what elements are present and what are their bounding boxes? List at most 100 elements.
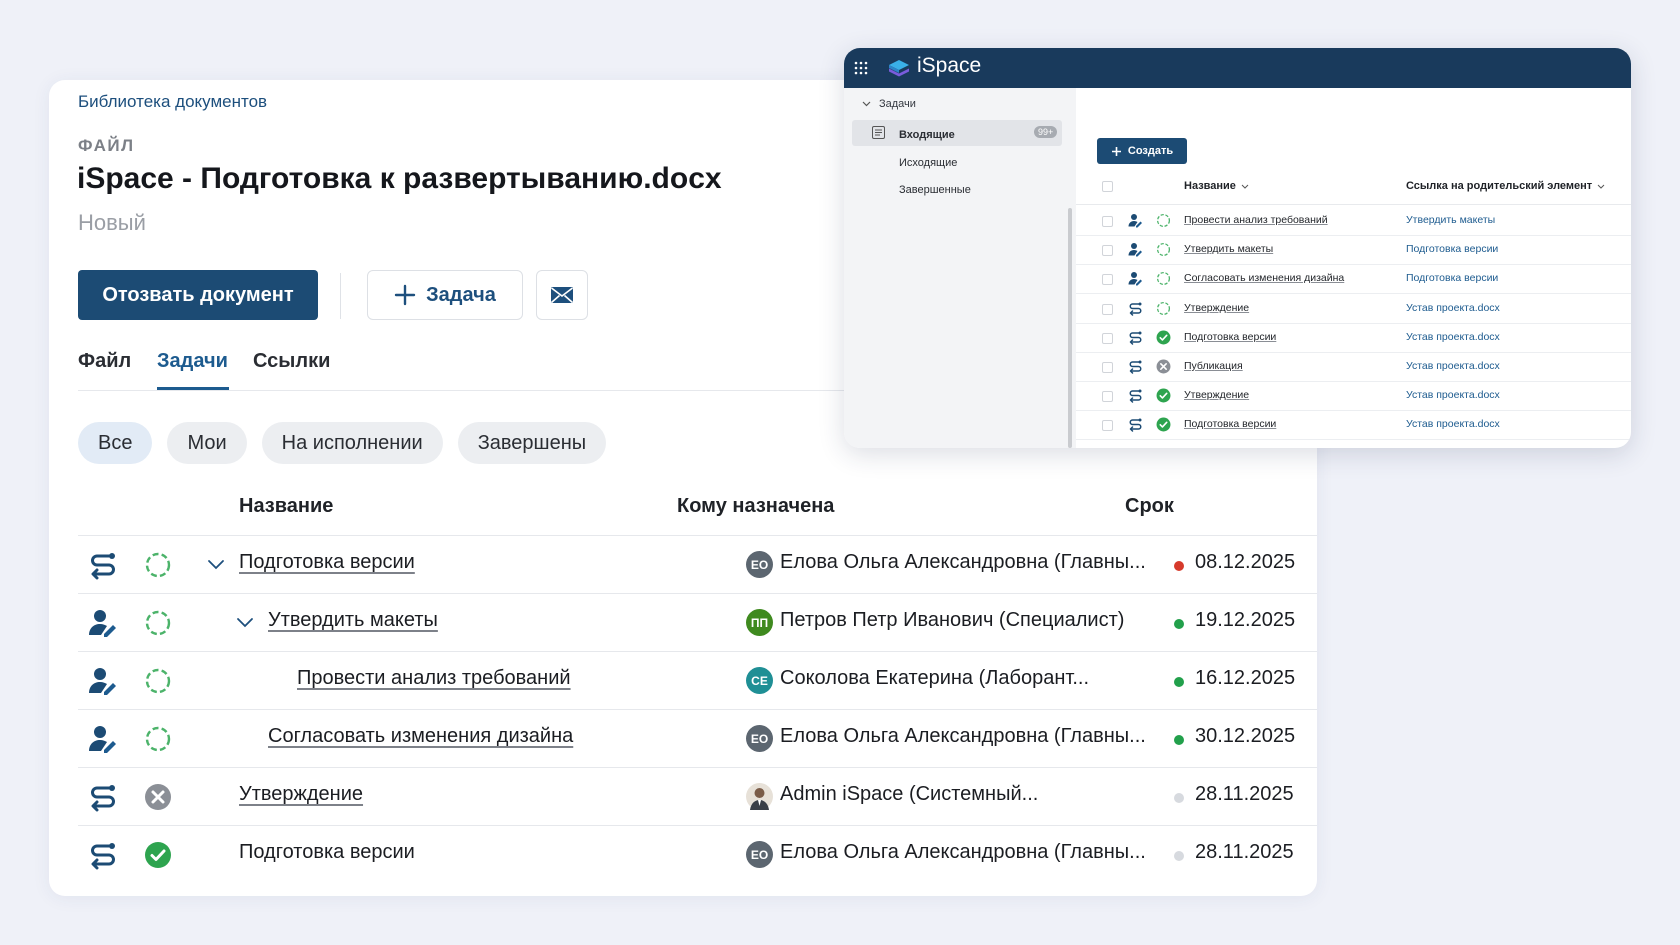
app-brand[interactable]: iSpace [917,54,981,78]
active-tab-indicator [157,387,229,390]
route-icon [91,785,115,812]
task-name-link[interactable]: Подготовка версии [1184,418,1276,430]
send-mail-button[interactable] [536,270,588,320]
app-launcher-icon[interactable] [854,61,868,75]
parent-link[interactable]: Подготовка версии [1406,243,1498,255]
row-checkbox[interactable] [1102,245,1113,257]
filter-mine[interactable]: Мои [167,422,247,464]
parent-link[interactable]: Устав проекта.docx [1406,418,1500,430]
sidebar-item-completed[interactable]: Завершенные [899,184,971,196]
window-table-row[interactable]: Провести анализ требований Утвердить мак… [1076,206,1631,236]
assignee-name[interactable]: Admin iSpace (Системный... [780,783,1038,806]
recall-document-button[interactable]: Отозвать документ [78,270,318,320]
window-table-row[interactable]: Подготовка версии Устав проекта.docx [1076,410,1631,441]
parent-link[interactable]: Устав проекта.docx [1406,331,1500,343]
chevron-down-icon[interactable] [207,556,225,574]
task-name-link[interactable]: Утверждение [1184,302,1249,314]
table-row[interactable]: Провести анализ требований СЕ Соколова Е… [78,652,1317,710]
filter-completed[interactable]: Завершены [457,422,607,464]
due-status-dot [1174,735,1184,745]
assignee-name[interactable]: Елова Ольга Александровна (Главны... [780,725,1146,748]
table-row[interactable]: Подготовка версии ЕО Елова Ольга Алексан… [78,826,1317,883]
task-name-link[interactable]: Утверждение [239,783,363,806]
sidebar-item-label: Входящие [899,129,955,141]
add-task-button[interactable]: Задача [367,270,523,320]
assignee-name[interactable]: Елова Ольга Александровна (Главны... [780,841,1146,864]
row-checkbox[interactable] [1102,362,1113,373]
task-type-cell [1128,271,1143,286]
table-row[interactable]: Подготовка версии ЕО Елова Ольга Алексан… [78,536,1317,594]
task-name-link[interactable]: Утвердить макеты [1184,243,1273,255]
pending-icon [1156,213,1171,228]
filter-in-progress[interactable]: На исполнении [261,422,443,464]
due-status-dot [1174,561,1184,571]
column-header-parent[interactable]: Ссылка на родительский элемент [1406,180,1605,192]
column-header-name[interactable]: Название [1184,180,1249,192]
task-status-cell [1156,417,1171,432]
row-checkbox[interactable] [1102,303,1113,315]
task-name-link[interactable]: Подготовка версии [239,841,415,864]
task-name-link[interactable]: Провести анализ требований [1184,214,1328,226]
assignee-name[interactable]: Соколова Екатерина (Лаборант... [780,667,1089,690]
tab-file[interactable]: Файл [78,350,131,373]
plus-icon [1111,146,1121,156]
sidebar-item-outgoing[interactable]: Исходящие [899,157,957,169]
breadcrumb[interactable]: Библиотека документов [78,92,267,112]
row-checkbox[interactable] [1102,391,1113,403]
window-table-row[interactable]: Утверждение Устав проекта.docx [1076,294,1631,324]
parent-link[interactable]: Подготовка версии [1406,272,1498,284]
table-row[interactable]: Утверждение Admin iSpace (Системный... 2… [78,768,1317,826]
window-table-row[interactable]: Публикация Устав проекта.docx [1076,352,1631,382]
task-name-link[interactable]: Подготовка версии [239,551,415,574]
task-name-link[interactable]: Утверждение [1184,389,1249,401]
column-header-name[interactable]: Название [239,495,333,518]
table-body: Подготовка версии ЕО Елова Ольга Алексан… [78,536,1317,883]
task-type-cell [1128,242,1143,257]
row-checkbox[interactable] [1102,420,1113,432]
page-title: iSpace - Подготовка к развертыванию.docx [77,162,722,195]
select-all-checkbox[interactable] [1102,181,1113,192]
pending-icon [145,552,171,578]
column-header-parent-label: Ссылка на родительский элемент [1406,180,1593,192]
due-status-dot [1174,793,1184,803]
avatar: СЕ [746,667,773,694]
task-name-link[interactable]: Утвердить макеты [268,609,438,632]
ispace-window: iSpace Задачи Входящие 99+ Исходящие Зав… [844,48,1631,448]
parent-link[interactable]: Утвердить макеты [1406,214,1495,226]
task-type-cell [1128,417,1143,433]
sidebar-scrollbar[interactable] [1068,208,1072,448]
assignee-name[interactable]: Елова Ольга Александровна (Главны... [780,551,1146,574]
avatar: ПП [746,609,773,636]
task-name-link[interactable]: Публикация [1184,360,1243,372]
window-table-row[interactable]: Согласовать изменения дизайна Подготовка… [1076,264,1631,295]
window-table-row[interactable]: Утверждение Устав проекта.docx [1076,381,1631,412]
tab-links[interactable]: Ссылки [253,350,330,373]
filter-all[interactable]: Все [78,422,153,464]
chevron-down-icon[interactable] [236,614,254,632]
parent-link[interactable]: Устав проекта.docx [1406,389,1500,401]
task-name-link[interactable]: Согласовать изменения дизайна [1184,272,1344,284]
task-name-link[interactable]: Согласовать изменения дизайна [268,725,573,748]
task-name-link[interactable]: Подготовка версии [1184,331,1276,343]
tab-tasks[interactable]: Задачи [157,350,228,373]
task-list-icon [872,126,885,139]
table-row[interactable]: Согласовать изменения дизайна ЕО Елова О… [78,710,1317,768]
sidebar-section-tasks[interactable]: Задачи [862,98,916,110]
column-header-assignee[interactable]: Кому назначена [677,495,834,518]
window-table-row[interactable]: Утвердить макеты Подготовка версии [1076,235,1631,266]
table-row[interactable]: Утвердить макеты ПП Петров Петр Иванович… [78,594,1317,652]
row-checkbox[interactable] [1102,332,1113,344]
create-button[interactable]: Создать [1097,138,1187,164]
route-icon [1129,360,1142,374]
parent-link[interactable]: Устав проекта.docx [1406,360,1500,372]
row-checkbox[interactable] [1102,216,1113,227]
user-icon [1128,243,1142,257]
task-name-link[interactable]: Провести анализ требований [297,667,571,690]
due-date: 30.12.2025 [1195,725,1296,747]
parent-link[interactable]: Устав проекта.docx [1406,302,1500,314]
row-checkbox[interactable] [1102,274,1113,286]
window-table-row[interactable]: Подготовка версии Устав проекта.docx [1076,323,1631,353]
assignee-name[interactable]: Петров Петр Иванович (Специалист) [780,609,1124,632]
sidebar: Задачи Входящие 99+ Исходящие Завершенны… [844,88,1076,448]
column-header-due[interactable]: Срок [1125,495,1174,518]
